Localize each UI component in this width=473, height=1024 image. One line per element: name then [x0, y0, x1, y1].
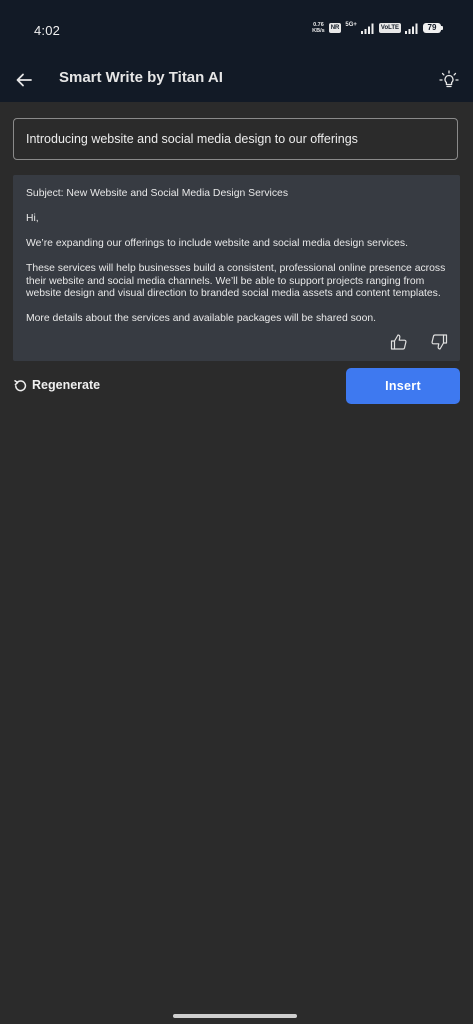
response-paragraph-1: We’re expanding our offerings to include… — [26, 238, 408, 249]
battery-icon: 79 — [423, 23, 443, 33]
home-indicator[interactable] — [173, 1014, 297, 1018]
network-type-label: 5G+ — [345, 22, 357, 28]
page-title: Smart Write by Titan AI — [59, 69, 223, 86]
insert-button[interactable]: Insert — [346, 368, 460, 404]
back-button[interactable] — [10, 66, 38, 94]
lightbulb-icon — [439, 70, 459, 88]
arrow-left-icon — [16, 73, 32, 87]
refresh-icon — [14, 379, 27, 391]
status-bar: 4:02 0.76 KB/s NR 5G+ VoLTE 79 — [0, 0, 473, 58]
response-paragraph-3: More details about the services and avai… — [26, 313, 377, 324]
volte-badge-icon: VoLTE — [378, 23, 401, 33]
regenerate-button[interactable]: Regenerate — [14, 378, 100, 392]
thumbs-down-icon[interactable] — [430, 333, 448, 351]
signal-strength-2-icon — [405, 23, 418, 34]
regenerate-label: Regenerate — [32, 378, 101, 392]
nr-badge-icon: NR — [328, 23, 342, 33]
signal-strength-icon — [360, 23, 374, 34]
app-bar: Smart Write by Titan AI — [0, 58, 473, 102]
response-subject: Subject: New Website and Social Media De… — [26, 188, 289, 199]
status-icons: 0.76 KB/s NR 5G+ VoLTE 79 — [312, 22, 443, 34]
response-paragraph-2: These services will help businesses buil… — [26, 263, 446, 299]
generated-response-card: Subject: New Website and Social Media De… — [13, 175, 460, 361]
response-greeting: Hi, — [26, 213, 39, 224]
prompt-input[interactable]: Introducing website and social media des… — [13, 118, 458, 160]
network-speed: 0.76 KB/s — [312, 22, 325, 34]
feedback-controls — [390, 333, 448, 351]
thumbs-up-icon[interactable] — [390, 333, 408, 351]
network-speed-unit: KB/s — [312, 28, 325, 34]
status-time: 4:02 — [34, 23, 61, 38]
idea-button[interactable] — [435, 66, 463, 94]
